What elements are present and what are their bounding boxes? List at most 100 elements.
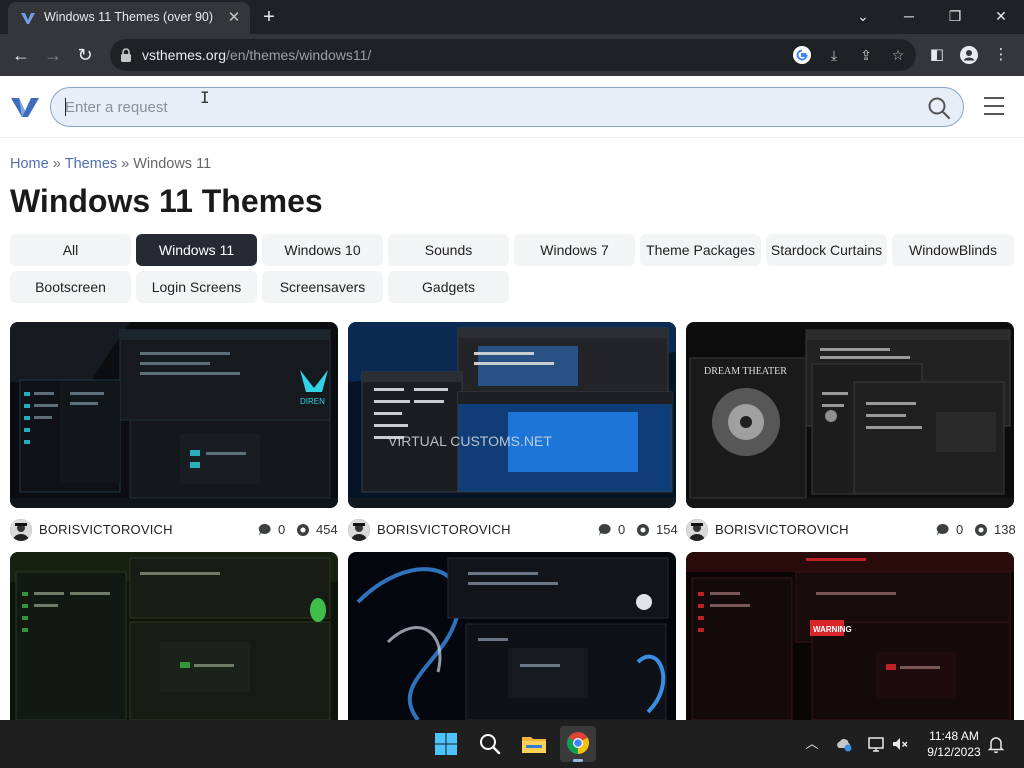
view-count: 154 [656,522,678,537]
clock-time: 11:48 AM [929,729,979,743]
theme-thumbnail[interactable]: DIREN [10,322,338,508]
display-monitor-icon[interactable] [866,734,886,754]
breadcrumb-separator: » [52,156,61,172]
tab-search-chevron-icon[interactable]: ⌄ [840,2,886,30]
chrome-icon [567,732,589,754]
card-meta: BORISVICTOROVICH 0 154 [348,518,678,542]
chrome-menu-icon[interactable]: ⋮ [990,44,1012,66]
theme-thumbnail[interactable]: DREAM THEATER [686,322,1014,508]
comment-icon [936,523,949,536]
card-meta: BORISVICTOROVICH 0 454 [10,518,338,542]
category-chip-bootscreen[interactable]: Bootscreen [10,271,131,303]
taskbar-search-button[interactable] [472,726,508,762]
breadcrumb: Home» Themes» Windows 11 [10,156,211,172]
category-chip-theme-packages[interactable]: Theme Packages [640,234,761,266]
comment-icon [258,523,271,536]
notification-bell-icon[interactable] [986,734,1006,754]
system-clock[interactable]: 11:48 AM 9/12/2023 [916,728,992,760]
comment-count: 0 [956,522,964,537]
vsthemes-logo-icon[interactable] [10,95,40,119]
theme-thumbnail[interactable] [348,552,676,720]
eye-icon [975,524,987,536]
windows-taskbar: ︿ 11:48 AM 9/12/2023 [0,720,1024,768]
breadcrumb-home-link[interactable]: Home [10,156,49,172]
card-meta: BORISVICTOROVICH 0 138 [686,518,1016,542]
search-input[interactable] [65,96,905,118]
author-name[interactable]: BORISVICTOROVICH [377,522,511,537]
minimize-icon[interactable]: ─ [886,2,932,30]
url-path: /en/themes/windows11/ [226,47,372,63]
wallpaper-text: DIREN [300,397,325,406]
category-chip-gadgets[interactable]: Gadgets [388,271,509,303]
category-chip-stardock-curtains[interactable]: Stardock Curtains [766,234,887,266]
profile-icon[interactable] [958,44,980,66]
chrome-taskbar-button[interactable] [560,726,596,762]
text-caret [65,98,66,116]
comment-count: 0 [278,522,286,537]
author-name[interactable]: BORISVICTOROVICH [715,522,849,537]
avatar[interactable] [348,519,370,541]
view-count: 454 [316,522,338,537]
mouse-cursor-ibeam-icon: I [200,88,210,107]
url-domain: vsthemes.org [142,47,227,63]
category-chip-windowblinds[interactable]: WindowBlinds [892,234,1014,266]
side-panel-icon[interactable]: ◧ [926,44,948,66]
restore-icon[interactable]: ❐ [932,2,978,30]
category-chip-login-screens[interactable]: Login Screens [136,271,257,303]
active-app-indicator [573,759,583,762]
new-tab-icon[interactable]: + [258,6,280,28]
lock-icon[interactable] [120,48,132,62]
browser-tab[interactable]: Windows 11 Themes (over 90) ✕ [8,2,250,34]
close-window-icon[interactable]: ✕ [978,2,1024,30]
avatar[interactable] [10,519,32,541]
eye-icon [637,524,649,536]
reload-icon[interactable]: ↻ [72,42,98,68]
show-hidden-icons-chevron-icon[interactable]: ︿ [802,734,822,754]
windows-logo-icon [435,733,457,755]
search-icon [480,734,501,755]
back-arrow-icon[interactable]: ← [8,42,34,68]
close-tab-icon[interactable]: ✕ [224,8,244,28]
category-chip-screensavers[interactable]: Screensavers [262,271,383,303]
theme-thumbnail[interactable]: VIRTUAL CUSTOMS.NET [348,322,676,508]
category-chip-windows-10[interactable]: Windows 10 [262,234,383,266]
url-text[interactable]: vsthemes.org/en/themes/windows11/ [142,47,371,63]
breadcrumb-themes-link[interactable]: Themes [65,156,117,172]
comment-count: 0 [618,522,626,537]
folder-icon [522,737,546,753]
search-icon[interactable] [927,96,951,120]
wallpaper-text: WARNING [813,625,852,634]
breadcrumb-current: Windows 11 [133,156,212,172]
category-chip-windows-11[interactable]: Windows 11 [136,234,257,266]
file-explorer-button[interactable] [516,726,552,762]
site-search-box[interactable] [50,87,964,127]
bookmark-star-icon[interactable]: ☆ [888,45,908,65]
start-button[interactable] [428,726,464,762]
google-icon[interactable] [792,45,812,65]
category-chip-windows-7[interactable]: Windows 7 [514,234,635,266]
address-bar[interactable]: vsthemes.org/en/themes/windows11/ ⤓ ⇪ ☆ [110,39,916,71]
onedrive-cloud-icon[interactable] [834,734,854,754]
avatar[interactable] [686,519,708,541]
category-chip-sounds[interactable]: Sounds [388,234,509,266]
theme-thumbnail[interactable]: WARNING [686,552,1014,720]
theme-thumbnail[interactable] [10,552,338,720]
browser-titlebar: Windows 11 Themes (over 90) ✕ + ⌄ ─ ❐ ✕ [0,0,1024,34]
category-chip-all[interactable]: All [10,234,131,266]
hamburger-menu-icon[interactable] [984,97,1004,115]
wallpaper-text: DREAM THEATER [704,366,787,377]
forward-arrow-icon[interactable]: → [40,42,66,68]
breadcrumb-separator: » [121,156,130,172]
tab-title: Windows 11 Themes (over 90) [44,10,214,24]
vsthemes-favicon-icon [21,13,35,24]
author-name[interactable]: BORISVICTOROVICH [39,522,173,537]
wallpaper-emblem [310,598,326,622]
page-title: Windows 11 Themes [10,183,323,219]
install-app-icon[interactable]: ⤓ [824,45,844,65]
site-header [0,76,1024,138]
share-icon[interactable]: ⇪ [856,45,876,65]
clock-date: 9/12/2023 [927,745,981,759]
eye-icon [297,524,309,536]
volume-muted-icon[interactable] [890,734,910,754]
wallpaper-text: VIRTUAL CUSTOMS.NET [388,433,552,449]
